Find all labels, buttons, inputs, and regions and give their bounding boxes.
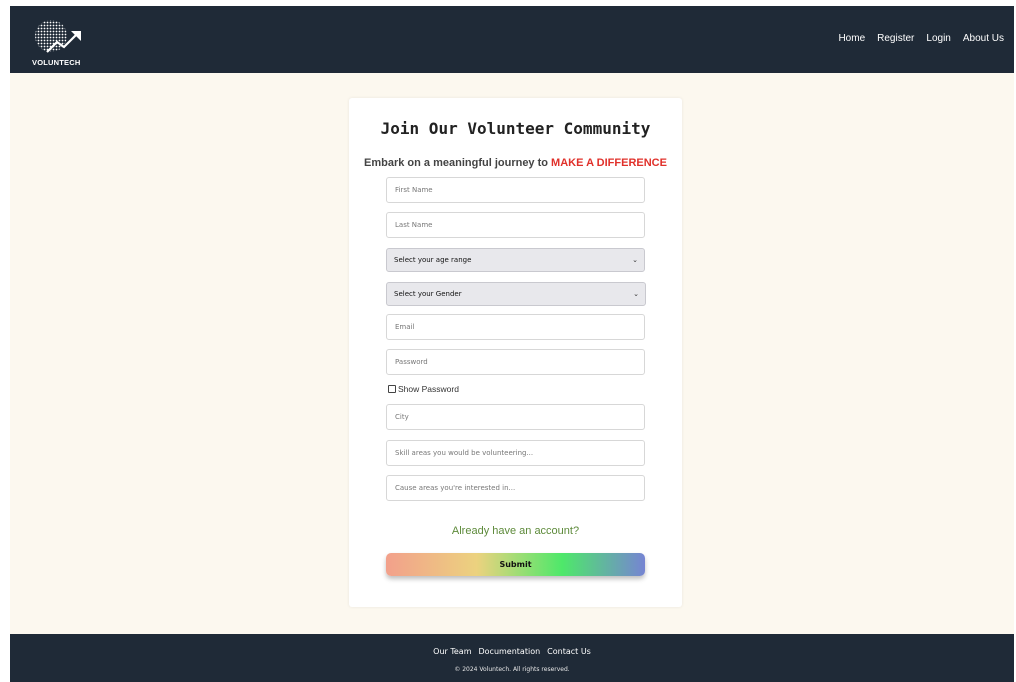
logo-text: VOLUNTECH: [32, 57, 81, 67]
email-input[interactable]: [386, 314, 645, 340]
age-range-value: Select your age range: [394, 256, 472, 264]
login-link[interactable]: Already have an account?: [349, 525, 682, 537]
site-footer: Our Team Documentation Contact Us © 2024…: [10, 634, 1014, 682]
gender-select[interactable]: Select your Gender ⌄: [386, 282, 646, 306]
copyright-text: © 2024 Voluntech. All rights reserved.: [454, 666, 570, 673]
city-input[interactable]: [386, 404, 645, 430]
globe-with-arrow-icon: [35, 19, 81, 53]
nav-home[interactable]: Home: [838, 33, 865, 44]
main-nav: Home Register Login About Us: [838, 33, 1004, 44]
chevron-down-icon: ⌄: [632, 256, 638, 264]
site-header: VOLUNTECH Home Register Login About Us: [10, 6, 1014, 73]
show-password-label: Show Password: [398, 384, 459, 394]
form-subtitle: Embark on a meaningful journey to MAKE A…: [349, 157, 682, 169]
skill-areas-input[interactable]: [386, 440, 645, 466]
main-content: Join Our Volunteer Community Embark on a…: [10, 73, 1014, 634]
voluntech-logo[interactable]: VOLUNTECH: [31, 18, 101, 67]
age-range-select[interactable]: Select your age range ⌄: [386, 248, 645, 272]
footer-documentation[interactable]: Documentation: [478, 647, 540, 656]
nav-login[interactable]: Login: [926, 33, 950, 44]
registration-card: Join Our Volunteer Community Embark on a…: [349, 98, 682, 607]
subtitle-text: Embark on a meaningful journey to: [364, 157, 552, 169]
footer-contact-us[interactable]: Contact Us: [547, 647, 591, 656]
nav-register[interactable]: Register: [877, 33, 914, 44]
submit-button[interactable]: Submit: [386, 553, 645, 576]
cause-areas-input[interactable]: [386, 475, 645, 501]
form-title: Join Our Volunteer Community: [380, 119, 651, 138]
last-name-input[interactable]: [386, 212, 645, 238]
gender-value: Select your Gender: [394, 290, 462, 298]
show-password-toggle[interactable]: Show Password: [388, 384, 459, 394]
first-name-input[interactable]: [386, 177, 645, 203]
password-input[interactable]: [386, 349, 645, 375]
chevron-down-icon: ⌄: [633, 290, 639, 298]
show-password-checkbox[interactable]: [388, 385, 396, 393]
footer-links: Our Team Documentation Contact Us: [10, 647, 1014, 656]
nav-about-us[interactable]: About Us: [963, 33, 1004, 44]
subtitle-accent: MAKE A DIFFERENCE: [551, 157, 667, 169]
footer-our-team[interactable]: Our Team: [433, 647, 471, 656]
